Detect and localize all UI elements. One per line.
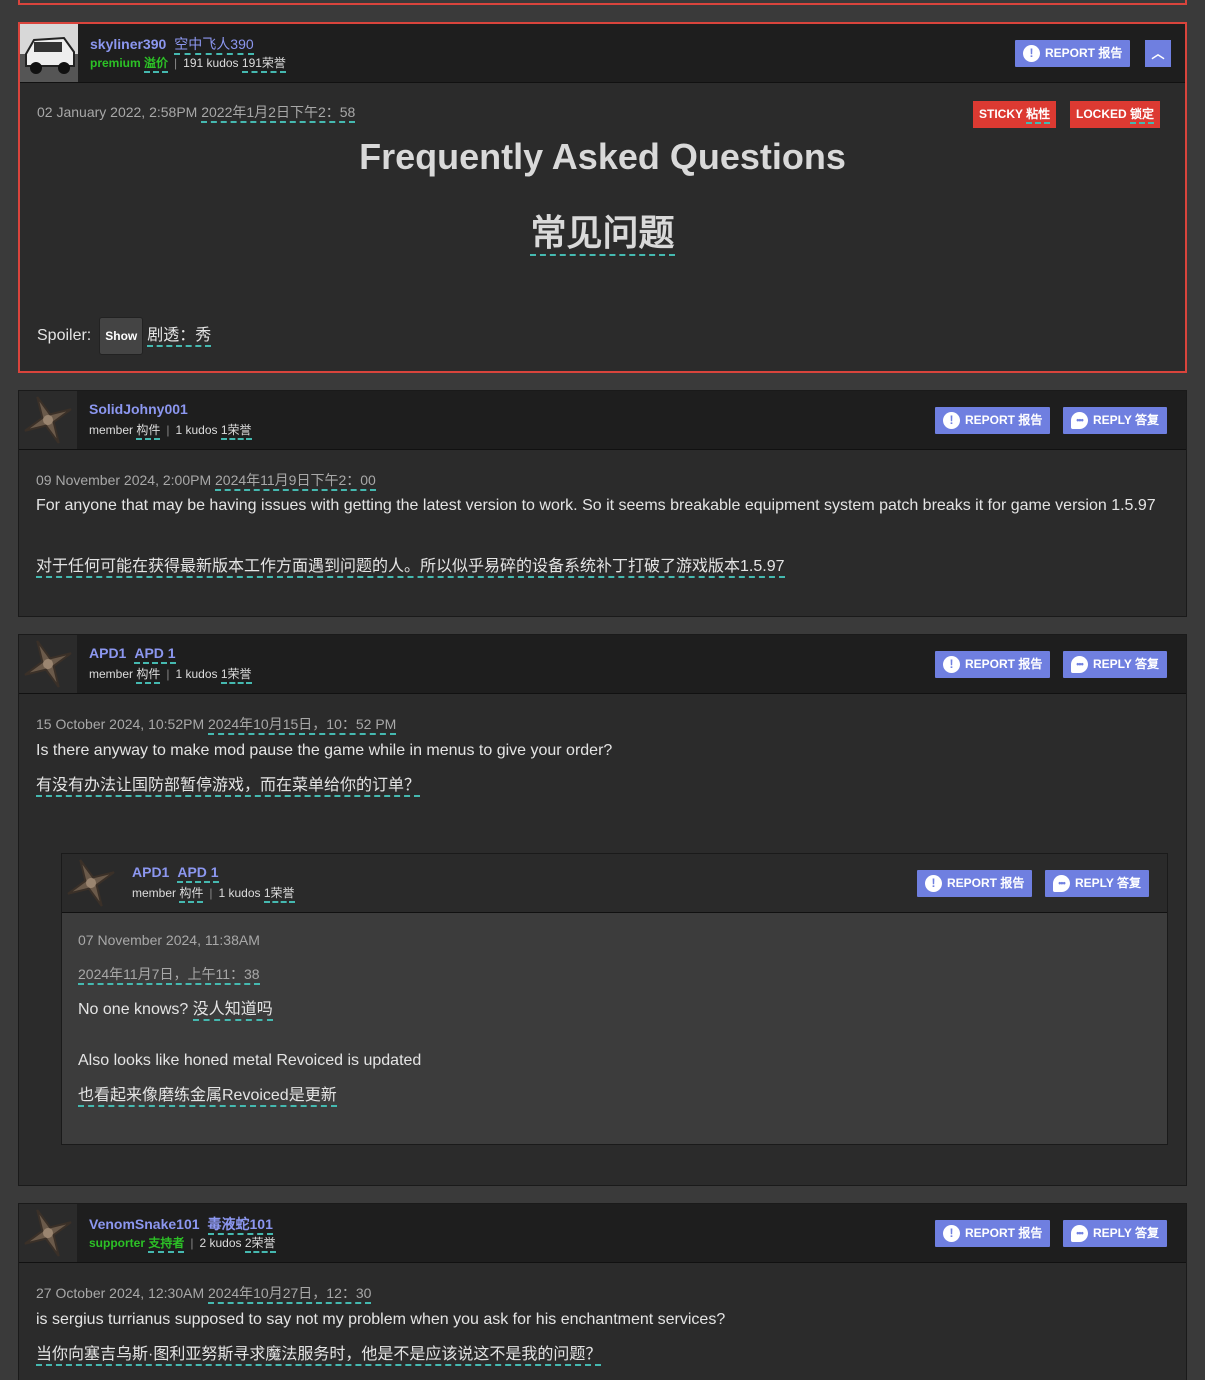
username[interactable]: skyliner390 空中飞人390: [90, 34, 254, 55]
exclamation-icon: !: [943, 656, 960, 673]
post-body-translation: 有没有办法让国防部暂停游戏，而在菜单给你的订单？: [36, 773, 421, 799]
username[interactable]: SolidJohny001: [89, 401, 188, 417]
username[interactable]: VenomSnake101 毒液蛇101: [89, 1214, 273, 1235]
spoiler-row: Spoiler: Show 剧透：秀: [37, 317, 212, 355]
speech-bubble-icon: •••: [1071, 1225, 1088, 1242]
exclamation-icon: !: [1023, 45, 1040, 62]
post-body: For anyone that may be having issues wit…: [36, 497, 1156, 514]
post-header: APD1 APD 1 member 构件 | 1 kudos 1荣誉 ! REPORT …: [62, 854, 1167, 913]
username[interactable]: APD1 APD 1: [89, 645, 176, 664]
default-avatar-icon[interactable]: [19, 1204, 77, 1262]
report-button[interactable]: ! REPORT 报告: [917, 870, 1033, 897]
username[interactable]: APD1 APD 1: [132, 864, 219, 883]
user-meta: premium 溢价 | 191 kudos 191荣誉: [90, 54, 286, 73]
chevron-up-icon: ︿: [1151, 46, 1165, 61]
faq-title-translation: 常见问题: [20, 204, 1185, 256]
reply-body-line-2: Also looks like honed metal Revoiced is …: [78, 1052, 422, 1069]
collapse-button[interactable]: ︿: [1145, 40, 1171, 67]
report-button[interactable]: ! REPORT 报告: [935, 651, 1051, 678]
post-date: 07 November 2024, 11:38AM: [78, 932, 260, 948]
nested-reply: APD1 APD 1 member 构件 | 1 kudos 1荣誉 ! REPORT …: [61, 853, 1168, 1145]
post-header: SolidJohny001 member 构件 | 1 kudos 1荣誉 ! REP…: [19, 391, 1186, 450]
post-body-translation: 对于任何可能在获得最新版本工作方面遇到问题的人。所以似乎易碎的设备系统补丁打破了…: [36, 554, 785, 580]
post-body: is sergius turrianus supposed to say not…: [36, 1311, 726, 1328]
sticky-faq-post: skyliner390 空中飞人390 premium 溢价 | 191 kudos …: [18, 22, 1187, 373]
reply-body-line-1: No one knows? 没人知道吗: [78, 997, 273, 1023]
user-meta: member 构件 | 1 kudos 1荣誉: [132, 884, 295, 903]
post-header: skyliner390 空中飞人390 premium 溢价 | 191 kudos …: [20, 24, 1185, 83]
post-date: 15 October 2024, 10:52PM 2024年10月15日，10：…: [36, 714, 397, 735]
reply-button[interactable]: ••• REPLY 答复: [1063, 407, 1168, 434]
default-avatar-icon[interactable]: [62, 854, 120, 912]
reply-body-line-2-translation: 也看起来像磨练金属Revoiced是更新: [78, 1083, 337, 1109]
post-date: 09 November 2024, 2:00PM 2024年11月9日下午2：0…: [36, 470, 376, 491]
post-date: 27 October 2024, 12:30AM 2024年10月27日，12：…: [36, 1283, 372, 1304]
sticky-badge: STICKY 粘性: [973, 101, 1057, 128]
exclamation-icon: !: [943, 1225, 960, 1242]
user-meta: supporter 支持者 | 2 kudos 2荣誉: [89, 1234, 276, 1253]
reply-button[interactable]: ••• REPLY 答复: [1045, 870, 1150, 897]
comment-post: APD1 APD 1 member 构件 | 1 kudos 1荣誉 ! REPORT …: [18, 634, 1187, 1186]
default-avatar-icon[interactable]: [19, 635, 77, 693]
post-body: Is there anyway to make mod pause the ga…: [36, 742, 613, 759]
spoiler-show-button[interactable]: Show: [99, 317, 144, 355]
post-header: VenomSnake101 毒液蛇101 supporter 支持者 | 2 kudo…: [19, 1204, 1186, 1263]
speech-bubble-icon: •••: [1071, 656, 1088, 673]
avatar[interactable]: [20, 24, 78, 82]
speech-bubble-icon: •••: [1053, 875, 1070, 892]
speech-bubble-icon: •••: [1071, 412, 1088, 429]
post-date-translation: 2024年11月7日，上午11：38: [78, 964, 260, 985]
reply-button[interactable]: ••• REPLY 答复: [1063, 651, 1168, 678]
post-header: APD1 APD 1 member 构件 | 1 kudos 1荣誉 ! REPORT …: [19, 635, 1186, 694]
exclamation-icon: !: [925, 875, 942, 892]
default-avatar-icon[interactable]: [19, 391, 77, 449]
faq-title: Frequently Asked Questions: [359, 136, 846, 177]
post-body-translation: 当你向塞吉乌斯·图利亚努斯寻求魔法服务时，他是不是应该说这不是我的问题？: [36, 1342, 602, 1368]
locked-badge: LOCKED 锁定: [1070, 101, 1161, 128]
previous-post-edge: [18, 0, 1187, 5]
report-button[interactable]: ! REPORT 报告: [1015, 40, 1131, 67]
reply-button[interactable]: ••• REPLY 答复: [1063, 1220, 1168, 1247]
user-meta: member 构件 | 1 kudos 1荣誉: [89, 421, 252, 440]
report-button[interactable]: ! REPORT 报告: [935, 407, 1051, 434]
comment-post: VenomSnake101 毒液蛇101 supporter 支持者 | 2 kudo…: [18, 1203, 1187, 1380]
comment-post: SolidJohny001 member 构件 | 1 kudos 1荣誉 ! REP…: [18, 390, 1187, 617]
user-meta: member 构件 | 1 kudos 1荣誉: [89, 665, 252, 684]
post-date: 02 January 2022, 2:58PM 2022年1月2日下午2：58: [37, 102, 356, 123]
report-button[interactable]: ! REPORT 报告: [935, 1220, 1051, 1247]
exclamation-icon: !: [943, 412, 960, 429]
